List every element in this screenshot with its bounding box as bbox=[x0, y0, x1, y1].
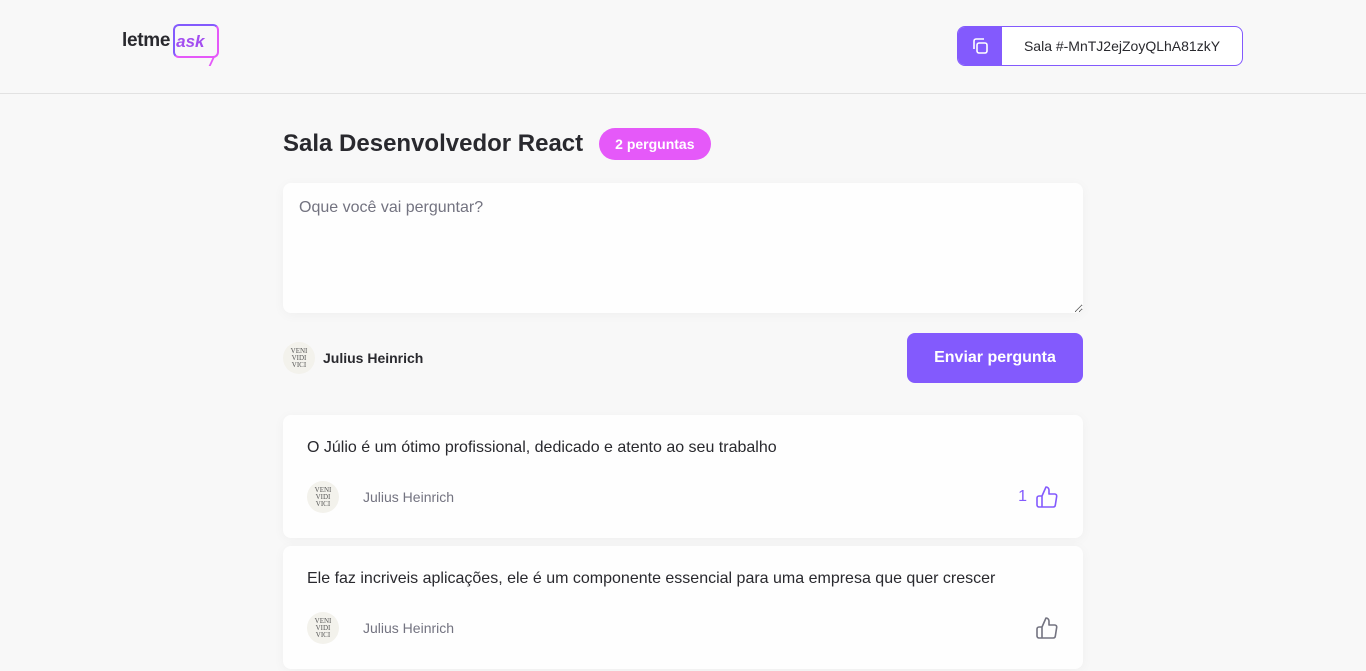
question-card: O Júlio é um ótimo profissional, dedicad… bbox=[283, 415, 1083, 538]
speech-bubble-icon: ask bbox=[173, 24, 220, 66]
top-bar: letme ask Sala #-MnTJ2ejZoyQLhA81zkY bbox=[0, 0, 1366, 94]
question-author: Julius Heinrich bbox=[363, 489, 455, 505]
thumbs-up-icon bbox=[1036, 486, 1058, 508]
send-question-button[interactable]: Enviar pergunta bbox=[907, 333, 1083, 383]
question-card: Ele faz incriveis aplicações, ele é um c… bbox=[283, 546, 1083, 669]
avatar: VENI VIDI VICI bbox=[283, 342, 315, 374]
thumbs-up-icon bbox=[1036, 617, 1058, 639]
user-info: VENI VIDI VICI Julius Heinrich bbox=[283, 342, 423, 374]
avatar: VENI VIDI VICI bbox=[307, 612, 339, 644]
copy-room-code-button[interactable]: Sala #-MnTJ2ejZoyQLhA81zkY bbox=[957, 26, 1243, 66]
question-count-badge: 2 perguntas bbox=[599, 128, 711, 160]
room-code: Sala #-MnTJ2ejZoyQLhA81zkY bbox=[1023, 38, 1221, 54]
like-button[interactable]: 1 bbox=[1018, 485, 1059, 509]
like-button[interactable] bbox=[1035, 616, 1059, 640]
room-title: Sala Desenvolvedor React bbox=[283, 130, 584, 157]
question-author: Julius Heinrich bbox=[363, 620, 455, 636]
avatar: VENI VIDI VICI bbox=[307, 481, 339, 513]
like-count: 1 bbox=[1018, 488, 1027, 505]
user-name: Julius Heinrich bbox=[323, 350, 424, 366]
letmeask-logo[interactable]: letme ask bbox=[122, 24, 220, 66]
copy-icon bbox=[958, 27, 1002, 65]
question-content: Ele faz incriveis aplicações, ele é um c… bbox=[307, 570, 996, 587]
question-content: O Júlio é um ótimo profissional, dedicad… bbox=[307, 439, 777, 456]
question-input[interactable] bbox=[283, 183, 1083, 313]
